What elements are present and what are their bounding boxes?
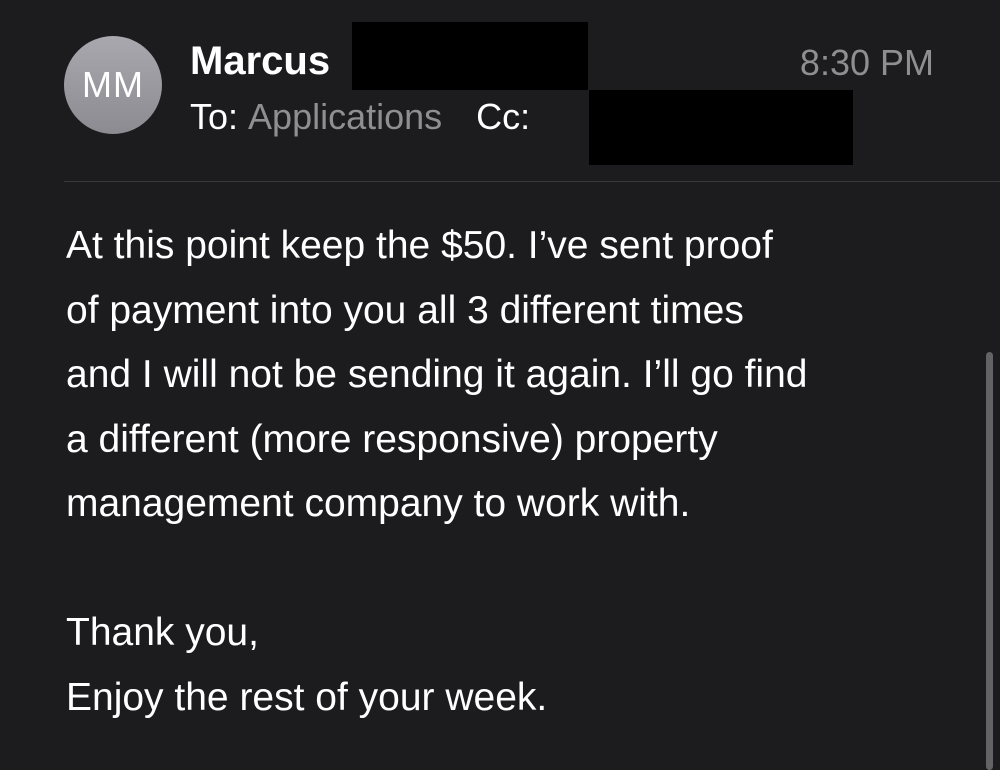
body-line: management company to work with. [66, 482, 691, 525]
avatar-initials: MM [82, 64, 144, 105]
body-line: a different (more responsive) property [66, 417, 718, 461]
closing-line: Thank you, [66, 611, 259, 654]
to-recipient[interactable]: Applications [248, 96, 442, 137]
closing-line: Enjoy the rest of your week. [66, 675, 548, 719]
body-line: At this point keep the $50. I’ve sent pr… [66, 224, 773, 267]
body-line: of payment into you all 3 different time… [66, 288, 744, 332]
redacted-sender-address [352, 22, 588, 90]
sender-name[interactable]: Marcus [190, 38, 330, 84]
body-line: and I will not be sending it again. I’ll… [66, 353, 808, 396]
to-label: To: [190, 96, 239, 137]
sender-avatar[interactable]: MM [64, 36, 162, 134]
message-time: 8:30 PM [799, 42, 934, 83]
redacted-cc-recipients [589, 90, 853, 165]
scrollbar[interactable] [986, 352, 993, 770]
message-body: At this point keep the $50. I’ve sent pr… [66, 214, 946, 730]
email-message-view: MM Marcus 8:30 PM To: Applications Cc: At … [0, 0, 1000, 770]
header-divider [64, 181, 1000, 182]
cc-label: Cc: [476, 96, 531, 137]
recipients-row: To: Applications Cc: [190, 96, 530, 138]
